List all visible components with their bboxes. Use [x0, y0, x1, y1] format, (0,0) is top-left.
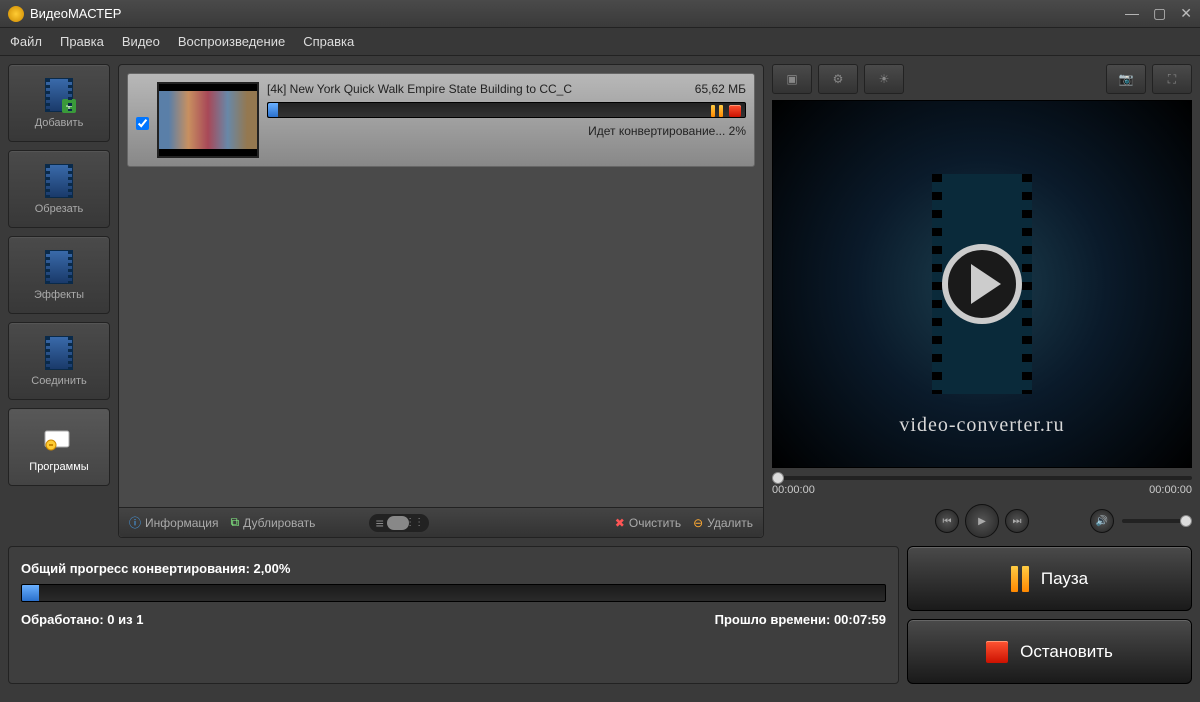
brightness-tool-button[interactable]: ☀	[864, 64, 904, 94]
volume-slider[interactable]	[1122, 519, 1192, 523]
file-stop-button[interactable]	[727, 104, 743, 118]
camera-icon: 📷	[1119, 72, 1134, 86]
settings-tool-button[interactable]: ⚙	[818, 64, 858, 94]
menu-video[interactable]: Видео	[122, 34, 160, 49]
clear-button[interactable]: ✖Очистить	[615, 516, 681, 530]
pause-label: Пауза	[1041, 569, 1088, 589]
sidebar-join-label: Соединить	[31, 375, 87, 387]
processed-text: Обработано: 0 из 1	[21, 612, 143, 627]
file-thumbnail	[157, 82, 259, 158]
next-button[interactable]: ⏭	[1005, 509, 1029, 533]
sidebar-join-button[interactable]: Соединить	[8, 322, 110, 400]
sidebar-add-button[interactable]: + Добавить	[8, 64, 110, 142]
elapsed-text: Прошло времени: 00:07:59	[715, 612, 886, 627]
film-add-icon: +	[41, 77, 77, 113]
file-progress-bar	[267, 102, 746, 118]
pause-icon	[1011, 566, 1029, 592]
titlebar: ВидеоМАСТЕР — ▢ ✕	[0, 0, 1200, 28]
duplicate-button[interactable]: ⧉Дублировать	[231, 515, 316, 530]
overall-progress-prefix: Общий прогресс конвертирования:	[21, 561, 254, 576]
filmstrip-graphic	[932, 174, 1032, 394]
fullscreen-icon: ⛶	[1168, 72, 1176, 87]
sun-icon: ☀	[879, 72, 890, 86]
sidebar-programs-button[interactable]: Программы	[8, 408, 110, 486]
time-current: 00:00:00	[772, 484, 815, 496]
app-icon	[8, 6, 24, 22]
sidebar-trim-label: Обрезать	[35, 203, 84, 215]
file-checkbox[interactable]	[136, 117, 149, 130]
preview-screen: video-converter.ru	[772, 100, 1192, 468]
sidebar-effects-label: Эффекты	[34, 289, 84, 301]
prev-button[interactable]: ⏮	[935, 509, 959, 533]
menu-edit[interactable]: Правка	[60, 34, 104, 49]
maximize-button[interactable]: ▢	[1153, 5, 1166, 22]
overall-progress-pct: 2,00%	[254, 561, 291, 576]
file-pause-button[interactable]	[709, 104, 725, 118]
minimize-button[interactable]: —	[1125, 5, 1139, 22]
menu-help[interactable]: Справка	[303, 34, 354, 49]
sidebar-effects-button[interactable]: Эффекты	[8, 236, 110, 314]
snapshot-button[interactable]: 📷	[1106, 64, 1146, 94]
overall-progress-panel: Общий прогресс конвертирования: 2,00% Об…	[8, 546, 899, 684]
seek-bar[interactable]	[772, 476, 1192, 480]
pause-button[interactable]: Пауза	[907, 546, 1192, 611]
sidebar-trim-button[interactable]: Обрезать	[8, 150, 110, 228]
file-list-toolbar: ⓘИнформация ⧉Дублировать ✖Очистить ⊖Удал…	[119, 507, 763, 537]
sidebar-add-label: Добавить	[35, 117, 84, 129]
brand-text: video-converter.ru	[899, 414, 1064, 437]
crop-tool-button[interactable]: ▣	[772, 64, 812, 94]
menubar: Файл Правка Видео Воспроизведение Справк…	[0, 28, 1200, 56]
programs-icon	[41, 421, 77, 457]
film-join-icon	[41, 335, 77, 371]
sidebar: + Добавить Обрезать Эффекты Соединить Пр…	[8, 64, 110, 538]
volume-button[interactable]: 🔊	[1090, 509, 1114, 533]
close-button[interactable]: ✕	[1180, 5, 1192, 22]
sidebar-programs-label: Программы	[29, 461, 88, 473]
stop-icon	[986, 641, 1008, 663]
crop-icon: ▣	[786, 72, 797, 86]
delete-label: Удалить	[707, 516, 753, 530]
volume-thumb[interactable]	[1180, 515, 1192, 527]
overall-progress-fill	[22, 585, 39, 601]
info-label: Информация	[145, 516, 218, 530]
file-size: 65,62 МБ	[695, 82, 746, 96]
play-button[interactable]: ▶	[965, 504, 999, 538]
fullscreen-button[interactable]: ⛶	[1152, 64, 1192, 94]
player-controls: ⏮ ▶ ⏭ 🔊	[772, 504, 1192, 538]
film-scissors-icon	[41, 163, 77, 199]
stop-label: Остановить	[1020, 642, 1113, 662]
play-overlay-icon	[942, 244, 1022, 324]
overall-progress-label: Общий прогресс конвертирования: 2,00%	[21, 561, 886, 576]
file-progress-fill	[268, 103, 278, 117]
time-total: 00:00:00	[1149, 484, 1192, 496]
file-item[interactable]: [4k] New York Quick Walk Empire State Bu…	[127, 73, 755, 167]
menu-playback[interactable]: Воспроизведение	[178, 34, 285, 49]
menu-file[interactable]: Файл	[10, 34, 42, 49]
file-status: Идет конвертирование... 2%	[267, 124, 746, 138]
duplicate-label: Дублировать	[243, 516, 315, 530]
seek-thumb[interactable]	[772, 472, 784, 484]
gear-icon: ⚙	[833, 72, 844, 86]
info-button[interactable]: ⓘИнформация	[129, 514, 219, 531]
file-list-panel: [4k] New York Quick Walk Empire State Bu…	[118, 64, 764, 538]
preview-panel: ▣ ⚙ ☀ 📷 ⛶ video-converter.ru 00:00:00 00…	[772, 64, 1192, 538]
overall-progress-bar	[21, 584, 886, 602]
stop-button[interactable]: Остановить	[907, 619, 1192, 684]
view-toggle[interactable]	[369, 514, 429, 532]
file-name: [4k] New York Quick Walk Empire State Bu…	[267, 82, 572, 96]
delete-button[interactable]: ⊖Удалить	[693, 516, 753, 530]
app-title: ВидеоМАСТЕР	[30, 6, 1125, 21]
clear-label: Очистить	[629, 516, 681, 530]
film-wand-icon	[41, 249, 77, 285]
